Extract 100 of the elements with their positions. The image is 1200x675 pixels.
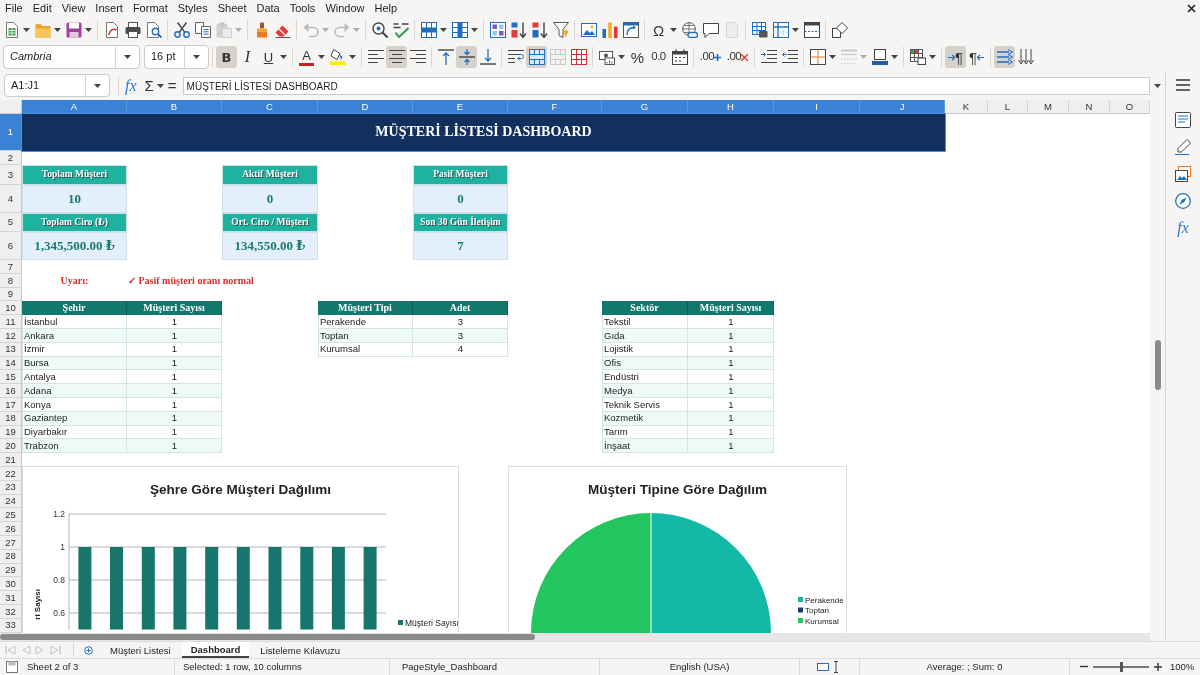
menu-item[interactable]: Format [127, 0, 173, 17]
column-header[interactable]: N [1069, 100, 1110, 114]
title-cell[interactable]: MÜŞTERİ LİSTESİ DASHBOARD [22, 114, 945, 151]
caret-icon[interactable] [929, 55, 936, 59]
caret-icon[interactable] [85, 28, 92, 32]
formula-button[interactable]: = [165, 78, 179, 93]
sheet-tab[interactable]: Listeleme Kılavuzu [251, 642, 350, 658]
menu-item[interactable]: Sheet [212, 0, 252, 17]
column-header[interactable]: M [1028, 100, 1069, 114]
caret-icon[interactable] [123, 55, 131, 59]
sheet-tab[interactable]: Müşteri Listesi [101, 642, 180, 658]
column-header[interactable]: E [413, 100, 508, 114]
column-header[interactable]: L [988, 100, 1028, 114]
horizontal-scrollbar[interactable] [0, 633, 1150, 641]
row-header[interactable]: 25 [0, 508, 22, 523]
plus-icon[interactable] [714, 53, 722, 61]
row-header[interactable]: 16 [0, 384, 22, 398]
caret-icon[interactable] [54, 28, 61, 32]
zoom-in-icon[interactable] [1154, 663, 1162, 671]
caret-icon[interactable] [670, 28, 677, 32]
percent-button[interactable]: % [627, 46, 648, 68]
function-wizard-button[interactable]: fx [123, 77, 139, 94]
caret-icon[interactable] [792, 28, 799, 32]
name-box[interactable]: A1:J1 [4, 74, 110, 97]
column-header[interactable]: I [774, 100, 860, 114]
left-to-right-button[interactable]: ¶ [945, 46, 966, 68]
row-header[interactable]: 4 [0, 185, 22, 213]
column-header[interactable]: C [222, 100, 318, 114]
number-format-button[interactable]: 0.0 [648, 46, 669, 68]
formula-input[interactable]: MÜŞTERİ LİSTESİ DASHBOARD [182, 76, 1150, 95]
add-decimal-button[interactable]: .00 [697, 46, 724, 68]
add-sheet-icon[interactable] [84, 645, 93, 655]
menu-item[interactable]: Data [251, 0, 285, 17]
arrow-right-icon[interactable] [947, 53, 955, 61]
row-header[interactable]: 7 [0, 260, 22, 274]
functions-button[interactable]: fx [1175, 220, 1191, 236]
row-header[interactable]: 26 [0, 522, 22, 536]
compass-icon[interactable] [1175, 193, 1191, 209]
row-header[interactable]: 21 [0, 453, 22, 467]
row-header[interactable]: 15 [0, 370, 22, 385]
column-header[interactable]: D [318, 100, 413, 114]
caret-icon[interactable] [829, 55, 836, 59]
sheet-tab[interactable]: Dashboard [181, 642, 250, 658]
menu-item[interactable]: Edit [27, 0, 57, 17]
caret-icon[interactable] [891, 55, 898, 59]
row-header[interactable]: 10 [0, 301, 22, 316]
row-header[interactable]: 20 [0, 439, 22, 454]
caret-icon[interactable] [192, 55, 200, 59]
menu-item[interactable]: Help [369, 0, 403, 17]
caret-icon[interactable] [618, 55, 625, 59]
selection-mode-icon[interactable] [817, 663, 829, 671]
caret-icon[interactable] [93, 83, 101, 88]
menu-item[interactable]: Window [320, 0, 370, 17]
menu-item[interactable]: File [0, 0, 28, 17]
row-header[interactable]: 3 [0, 165, 22, 185]
row-header[interactable]: 31 [0, 591, 22, 605]
caret-icon[interactable] [280, 55, 287, 59]
column-header[interactable]: B [127, 100, 222, 114]
caret-icon[interactable] [23, 28, 30, 32]
row-header[interactable]: 1 [0, 114, 22, 151]
column-header[interactable]: K [945, 100, 988, 114]
column-header[interactable]: F [508, 100, 602, 114]
menu-item[interactable]: Insert [90, 0, 128, 17]
properties-icon[interactable] [1175, 112, 1191, 128]
scrollbar-thumb[interactable] [1155, 340, 1161, 390]
caret-icon[interactable] [318, 55, 325, 59]
sum-button[interactable]: Σ [142, 78, 156, 93]
caret-icon[interactable] [349, 55, 356, 59]
pen-icon[interactable] [1175, 139, 1191, 155]
font-color-button[interactable]: A [296, 46, 317, 68]
row-header[interactable]: 30 [0, 577, 22, 592]
right-to-left-button[interactable]: ¶ [966, 46, 987, 68]
column-header[interactable]: H [688, 100, 774, 114]
font-name-combo[interactable]: Cambria [3, 45, 140, 69]
row-header[interactable]: 5 [0, 213, 22, 232]
menu-icon[interactable] [1176, 79, 1190, 91]
menu-item[interactable]: Tools [284, 0, 321, 17]
caret-icon[interactable] [156, 83, 164, 88]
column-header[interactable]: G [602, 100, 688, 114]
special-character-button[interactable]: Ω [648, 19, 669, 41]
text-cursor-icon[interactable] [833, 661, 839, 673]
document-status-icon[interactable] [6, 661, 18, 673]
italic-button[interactable]: I [237, 46, 258, 68]
row-header[interactable]: 11 [0, 315, 22, 329]
caret-icon[interactable] [471, 28, 478, 32]
caret-icon[interactable] [1154, 83, 1161, 88]
underline-button[interactable]: U [258, 46, 279, 68]
close-icon[interactable] [1187, 4, 1196, 13]
remove-icon[interactable] [741, 53, 749, 61]
scrollbar-thumb[interactable] [0, 634, 535, 640]
zoom-slider-thumb[interactable] [1120, 662, 1123, 672]
row-header[interactable]: 6 [0, 232, 22, 260]
menu-item[interactable]: View [56, 0, 91, 17]
column-header[interactable]: J [860, 100, 945, 114]
menu-item[interactable]: Styles [172, 0, 213, 17]
column-header[interactable]: A [22, 100, 127, 114]
caret-icon[interactable] [440, 28, 447, 32]
font-size-combo[interactable]: 16 pt [144, 45, 209, 69]
gallery-icon[interactable] [1175, 166, 1191, 182]
arrow-left-icon[interactable] [977, 53, 985, 61]
